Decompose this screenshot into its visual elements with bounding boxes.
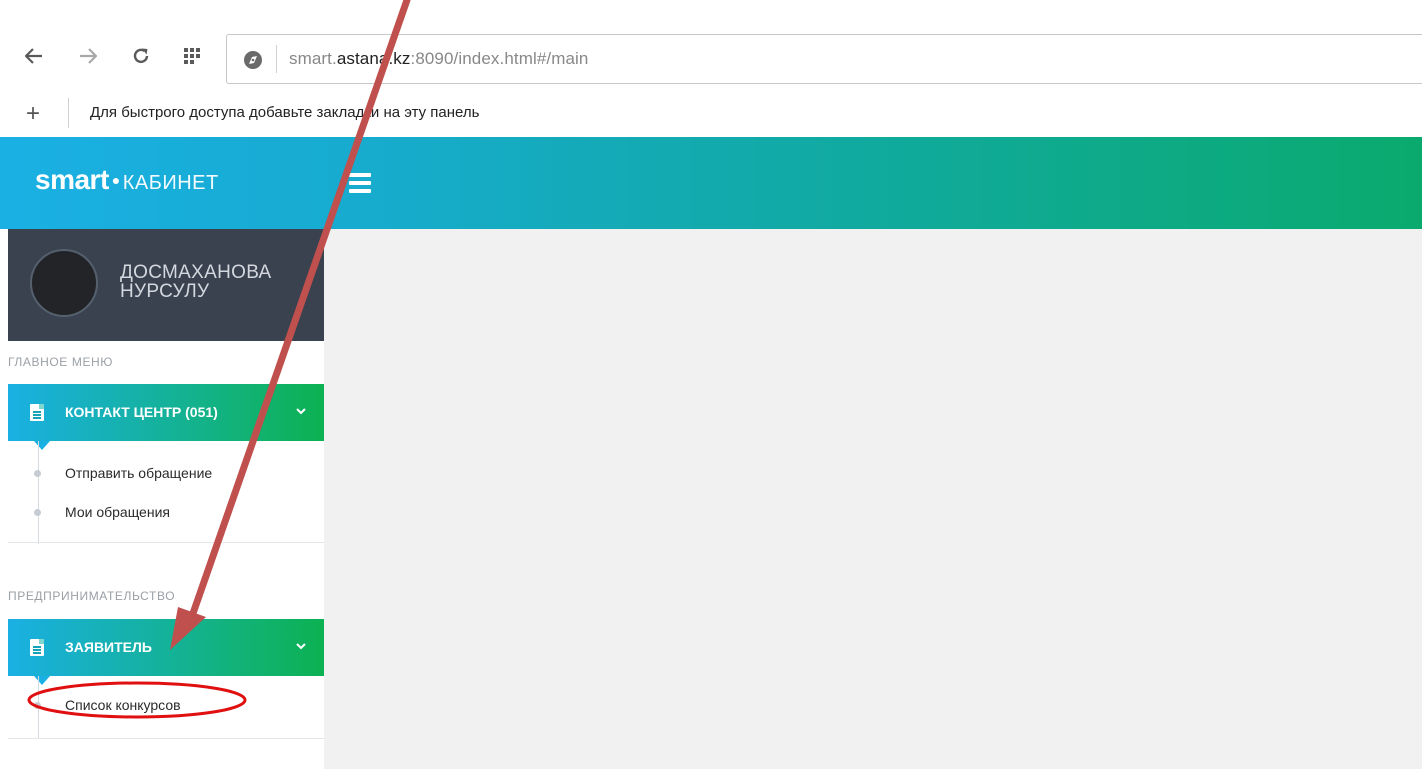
bullet (34, 470, 41, 477)
user-name-line1: ДОСМАХАНОВА (120, 262, 272, 283)
bullet (34, 509, 41, 516)
menu-applicant-title: ЗАЯВИТЕЛЬ (65, 639, 152, 655)
url-separator (276, 45, 277, 73)
divider (8, 542, 324, 543)
user-name-line2: НУРСУЛУ (120, 281, 210, 302)
bullet (34, 702, 41, 709)
sub-item-send-request[interactable]: Отправить обращение (8, 455, 324, 491)
menu-notch (34, 676, 50, 685)
main-content (324, 229, 1422, 769)
logo[interactable]: smart ● КАБИНЕТ (35, 164, 219, 196)
menu-notch (34, 441, 50, 450)
section-label-business: ПРЕДПРИНИМАТЕЛЬСТВО (8, 589, 176, 603)
add-bookmark-button[interactable]: + (26, 102, 40, 126)
user-name: ДОСМАХАНОВА НУРСУЛУ (120, 263, 272, 301)
logo-main: smart (35, 164, 109, 195)
logo-dot: ● (111, 172, 120, 188)
logo-sub: КАБИНЕТ (122, 172, 219, 194)
apps-grid-icon[interactable] (180, 44, 204, 68)
sub-item-my-requests[interactable]: Мои обращения (8, 494, 324, 530)
url-prefix: smart. (289, 49, 337, 68)
url-host: astana.kz (336, 49, 411, 68)
sub-item-contest-list[interactable]: Список конкурсов (8, 687, 324, 723)
sidebar: ДОСМАХАНОВА НУРСУЛУ ГЛАВНОЕ МЕНЮ КОНТАКТ… (8, 229, 324, 769)
avatar[interactable] (30, 249, 98, 317)
bookmarks-hint: Для быстрого доступа добавьте закладки н… (90, 104, 480, 121)
user-panel: ДОСМАХАНОВА НУРСУЛУ (8, 229, 324, 341)
url-text[interactable]: smart.astana.kz:8090/index.html#/main (289, 49, 588, 69)
browser-chrome: smart.astana.kz:8090/index.html#/main + … (0, 0, 1422, 137)
back-icon[interactable] (22, 44, 46, 68)
url-path: :8090/index.html#/main (410, 49, 589, 68)
document-icon (30, 404, 44, 421)
bookmark-separator (68, 98, 69, 128)
chevron-down-icon[interactable] (294, 639, 308, 653)
section-label-main-menu: ГЛАВНОЕ МЕНЮ (8, 355, 114, 369)
reload-icon[interactable] (129, 44, 153, 68)
forward-icon[interactable] (76, 44, 100, 68)
menu-contact-center[interactable]: КОНТАКТ ЦЕНТР (051) (8, 384, 324, 450)
site-info-icon[interactable] (243, 50, 263, 70)
sub-item-label: Мои обращения (65, 504, 170, 520)
divider (8, 738, 324, 739)
menu-contact-center-title: КОНТАКТ ЦЕНТР (051) (65, 404, 218, 420)
app-header: smart ● КАБИНЕТ (0, 137, 1422, 229)
hamburger-icon[interactable] (349, 173, 371, 193)
sub-item-label: Отправить обращение (65, 465, 213, 481)
document-icon (30, 639, 44, 656)
menu-applicant[interactable]: ЗАЯВИТЕЛЬ (8, 619, 324, 685)
chevron-down-icon[interactable] (294, 404, 308, 418)
sub-item-label: Список конкурсов (65, 697, 181, 713)
address-bar[interactable]: smart.astana.kz:8090/index.html#/main (226, 34, 1422, 84)
